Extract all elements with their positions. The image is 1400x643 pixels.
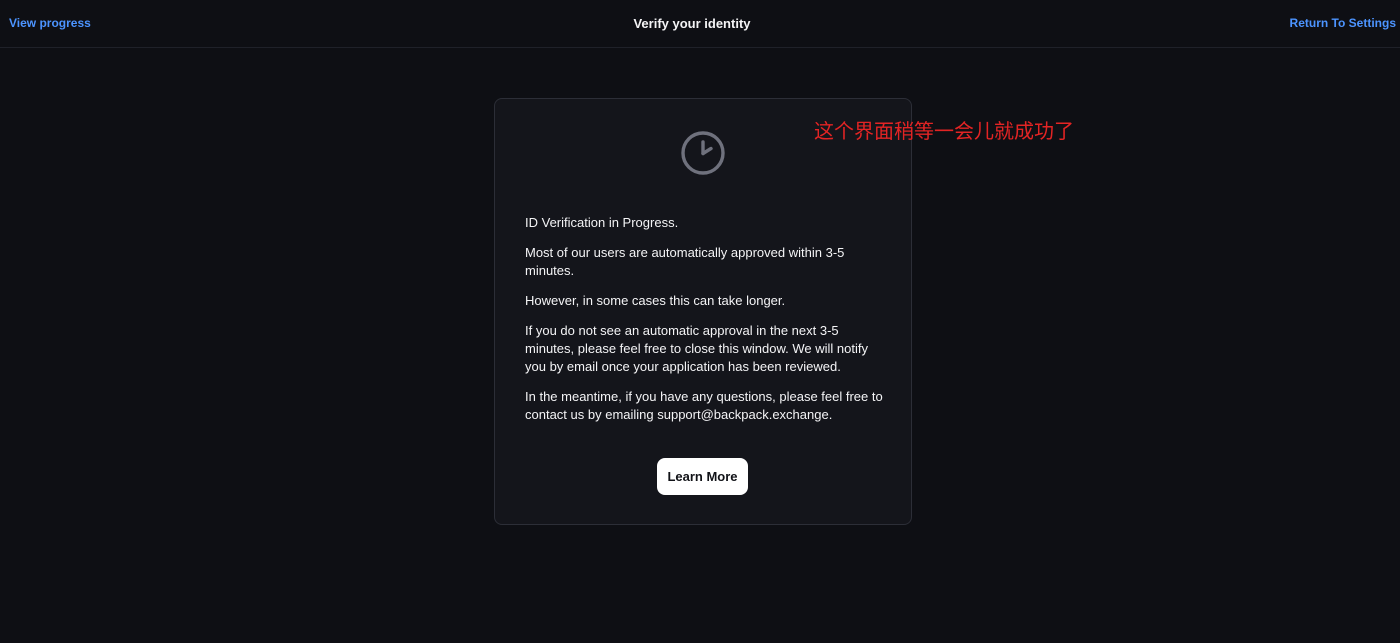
return-to-settings-link[interactable]: Return To Settings (1290, 16, 1396, 30)
annotation-note: 这个界面稍等一会儿就成功了 (814, 119, 1074, 143)
clock-icon (681, 131, 725, 175)
email-notify-text: If you do not see an automatic approval … (525, 323, 868, 374)
support-contact-text: In the meantime, if you have any questio… (525, 389, 883, 422)
verification-status-card: ID Verification in Progress. Most of our… (494, 98, 912, 525)
approval-time-text: Most of our users are automatically appr… (525, 245, 845, 278)
verification-message: ID Verification in Progress. Most of our… (525, 214, 887, 436)
status-heading: ID Verification in Progress. (525, 215, 679, 230)
top-bar: View progress Verify your identity Retur… (0, 0, 1400, 48)
page-title: Verify your identity (633, 16, 751, 31)
learn-more-button[interactable]: Learn More (657, 458, 748, 495)
delay-notice-text: However, in some cases this can take lon… (525, 293, 786, 308)
